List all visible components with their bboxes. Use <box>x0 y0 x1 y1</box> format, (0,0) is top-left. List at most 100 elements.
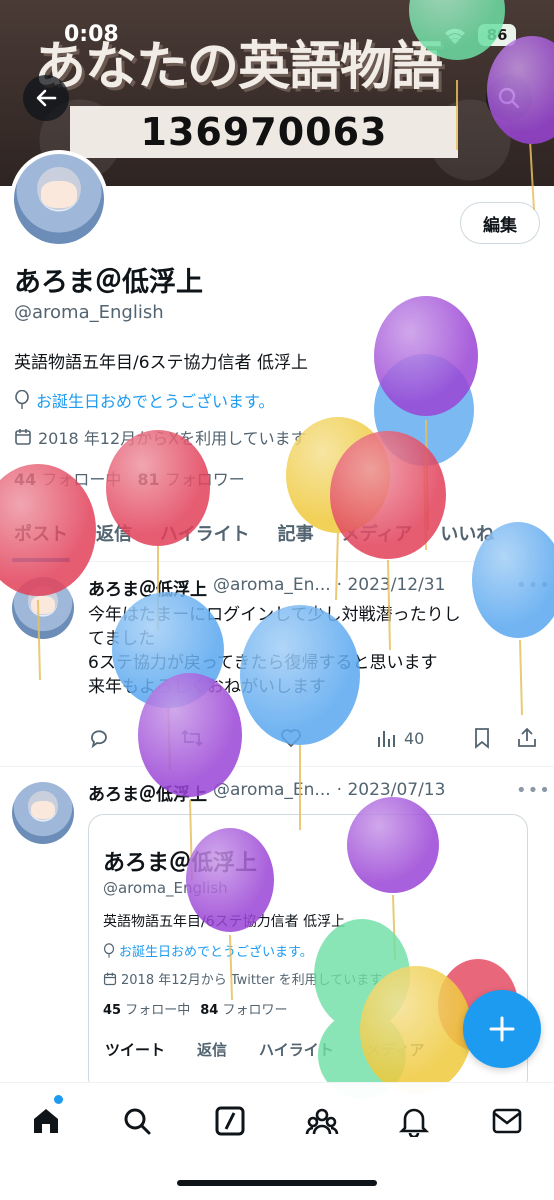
tweet-header: あろま＠低浮上 @aroma_En... · 2023/12/31 <box>88 575 445 600</box>
tab-posts[interactable]: ポスト <box>0 504 82 562</box>
joined-text: 2018 年12月からXを利用しています <box>38 429 307 448</box>
tab-media[interactable]: メディア <box>328 504 427 562</box>
handle: @aroma_English <box>14 302 164 323</box>
tab-likes[interactable]: いいね <box>426 504 508 562</box>
nav-communities[interactable] <box>302 1101 342 1141</box>
calendar-icon <box>103 972 117 985</box>
tweet-header: あろま＠低浮上 @aroma_En... · 2023/07/13 <box>88 780 445 805</box>
followers-count: 81 <box>137 470 160 489</box>
birthday-line: お誕生日おめでとうございます。 <box>14 388 274 412</box>
compose-button[interactable] <box>463 990 541 1068</box>
nav-search[interactable] <box>117 1101 157 1141</box>
display-name: あろま＠低浮上 <box>14 267 203 298</box>
more-options-icon[interactable]: ••• <box>516 780 551 801</box>
notifications-icon <box>399 1108 429 1137</box>
tweet-author-name: あろま＠低浮上 <box>88 580 207 600</box>
balloon-icon <box>374 296 478 531</box>
bio: 英語物語五年目/6ステ協力信者 低浮上 <box>14 353 308 373</box>
views-count: 40 <box>404 728 425 748</box>
calendar-icon <box>15 429 31 445</box>
retweet-icon <box>181 729 203 747</box>
card-tab-replies: 返信 <box>197 1041 228 1059</box>
edit-profile-button[interactable]: 編集 <box>460 202 540 244</box>
card-followers-label: フォロワー <box>222 1003 288 1018</box>
nav-messages[interactable] <box>487 1101 527 1141</box>
card-follow-stats: 45 フォロー中 84 フォロワー <box>103 999 288 1018</box>
tweet[interactable]: あろま＠低浮上 @aroma_En... · 2023/12/31 ••• 今年… <box>0 563 554 767</box>
tweet-line: 6ステ協力が戻ってきたら復帰すると思います <box>88 653 438 673</box>
share-button[interactable] <box>516 723 538 753</box>
card-tab-highlights: ハイライト <box>259 1041 334 1059</box>
followers-link[interactable]: 81 フォロワー <box>137 466 244 490</box>
joined-line: 2018 年12月からXを利用しています <box>14 425 307 449</box>
card-birthday-text: お誕生日おめでとうございます。 <box>119 945 313 960</box>
tweet-date: · 2023/12/31 <box>336 575 446 595</box>
following-count: 44 <box>14 470 37 489</box>
bookmark-button[interactable] <box>472 723 492 753</box>
card-followers-count: 84 <box>200 1003 219 1018</box>
tweet-media-card[interactable]: あろま＠低浮上 @aroma_English 英語物語五年目/6ステ協力信者 低… <box>88 814 528 1094</box>
following-link[interactable]: 44 フォロー中 <box>14 466 121 490</box>
nav-home[interactable] <box>26 1101 66 1141</box>
more-options-icon[interactable]: ••• <box>516 575 551 596</box>
tweet-author-name: あろま＠低浮上 <box>88 785 207 805</box>
tweet-line: 今年はたまーにログインして少し対戦潜ったりし <box>88 605 461 625</box>
back-button[interactable] <box>23 75 69 121</box>
card-birthday-line: お誕生日おめでとうございます。 <box>103 941 313 960</box>
messages-icon <box>492 1108 522 1134</box>
bookmark-icon <box>475 728 489 749</box>
search-icon <box>498 87 520 109</box>
balloon-icon <box>103 942 115 958</box>
tab-highlights[interactable]: ハイライト <box>146 504 264 562</box>
compose-icon <box>489 1016 515 1042</box>
tweet-author-handle: @aroma_En... <box>213 575 331 595</box>
nav-notifications[interactable] <box>394 1101 434 1141</box>
nav-grok[interactable] <box>210 1101 250 1141</box>
like-icon <box>281 729 301 748</box>
communities-icon <box>305 1108 339 1135</box>
home-unread-dot <box>54 1095 63 1104</box>
card-display-name: あろま＠低浮上 <box>103 851 258 876</box>
card-joined-text: 2018 年12月から Twitter を利用しています <box>121 973 383 988</box>
balloon-icon <box>15 390 29 409</box>
status-time: 0:08 <box>64 22 119 47</box>
home-indicator <box>177 1180 377 1186</box>
tweet-line: 来年もよろしくおねがいします <box>88 677 326 697</box>
search-button[interactable] <box>486 75 532 121</box>
banner-number: 136970063 <box>70 106 458 158</box>
followers-label: フォロワー <box>164 470 245 489</box>
tab-replies[interactable]: 返信 <box>82 504 146 562</box>
profile-avatar[interactable] <box>10 150 108 248</box>
tab-articles[interactable]: 記事 <box>264 504 328 562</box>
tweet-author-handle: @aroma_En... <box>213 780 331 800</box>
share-icon <box>518 727 536 747</box>
tweet-actions: 40 <box>88 723 538 753</box>
card-following-label: フォロー中 <box>125 1003 191 1018</box>
card-tab-media: メディア <box>365 1041 425 1059</box>
card-tab-tweets: ツイート <box>105 1041 166 1059</box>
tweet-line: てました <box>88 629 156 649</box>
reply-button[interactable] <box>88 723 110 753</box>
tweet-date: · 2023/07/13 <box>336 780 446 800</box>
like-button[interactable] <box>280 723 302 753</box>
tweet-text: 今年はたまーにログインして少し対戦潜ったりし てました 6ステ協力が戻ってきたら… <box>88 603 528 699</box>
card-tabs: ツイート 返信 ハイライト メディア <box>89 1039 527 1060</box>
card-following-count: 45 <box>103 1003 122 1018</box>
following-label: フォロー中 <box>41 470 122 489</box>
profile-tabs: ポスト 返信 ハイライト 記事 メディア いいね <box>0 504 554 562</box>
wifi-icon <box>445 28 465 44</box>
card-handle: @aroma_English <box>103 879 228 897</box>
battery-indicator: 86 <box>478 24 516 46</box>
birthday-text: お誕生日おめでとうございます。 <box>36 392 275 411</box>
back-arrow-icon <box>36 89 57 107</box>
card-joined-line: 2018 年12月から Twitter を利用しています <box>103 969 382 988</box>
follow-stats: 44 フォロー中 81 フォロワー <box>14 466 245 490</box>
reply-icon <box>91 730 107 749</box>
views-button[interactable]: 40 <box>376 723 424 753</box>
avatar-image <box>14 154 104 244</box>
retweet-button[interactable] <box>180 723 204 753</box>
tweet-avatar[interactable] <box>12 577 74 639</box>
tweet-avatar[interactable] <box>12 782 74 844</box>
search-icon <box>124 1108 151 1135</box>
views-icon <box>378 731 395 747</box>
